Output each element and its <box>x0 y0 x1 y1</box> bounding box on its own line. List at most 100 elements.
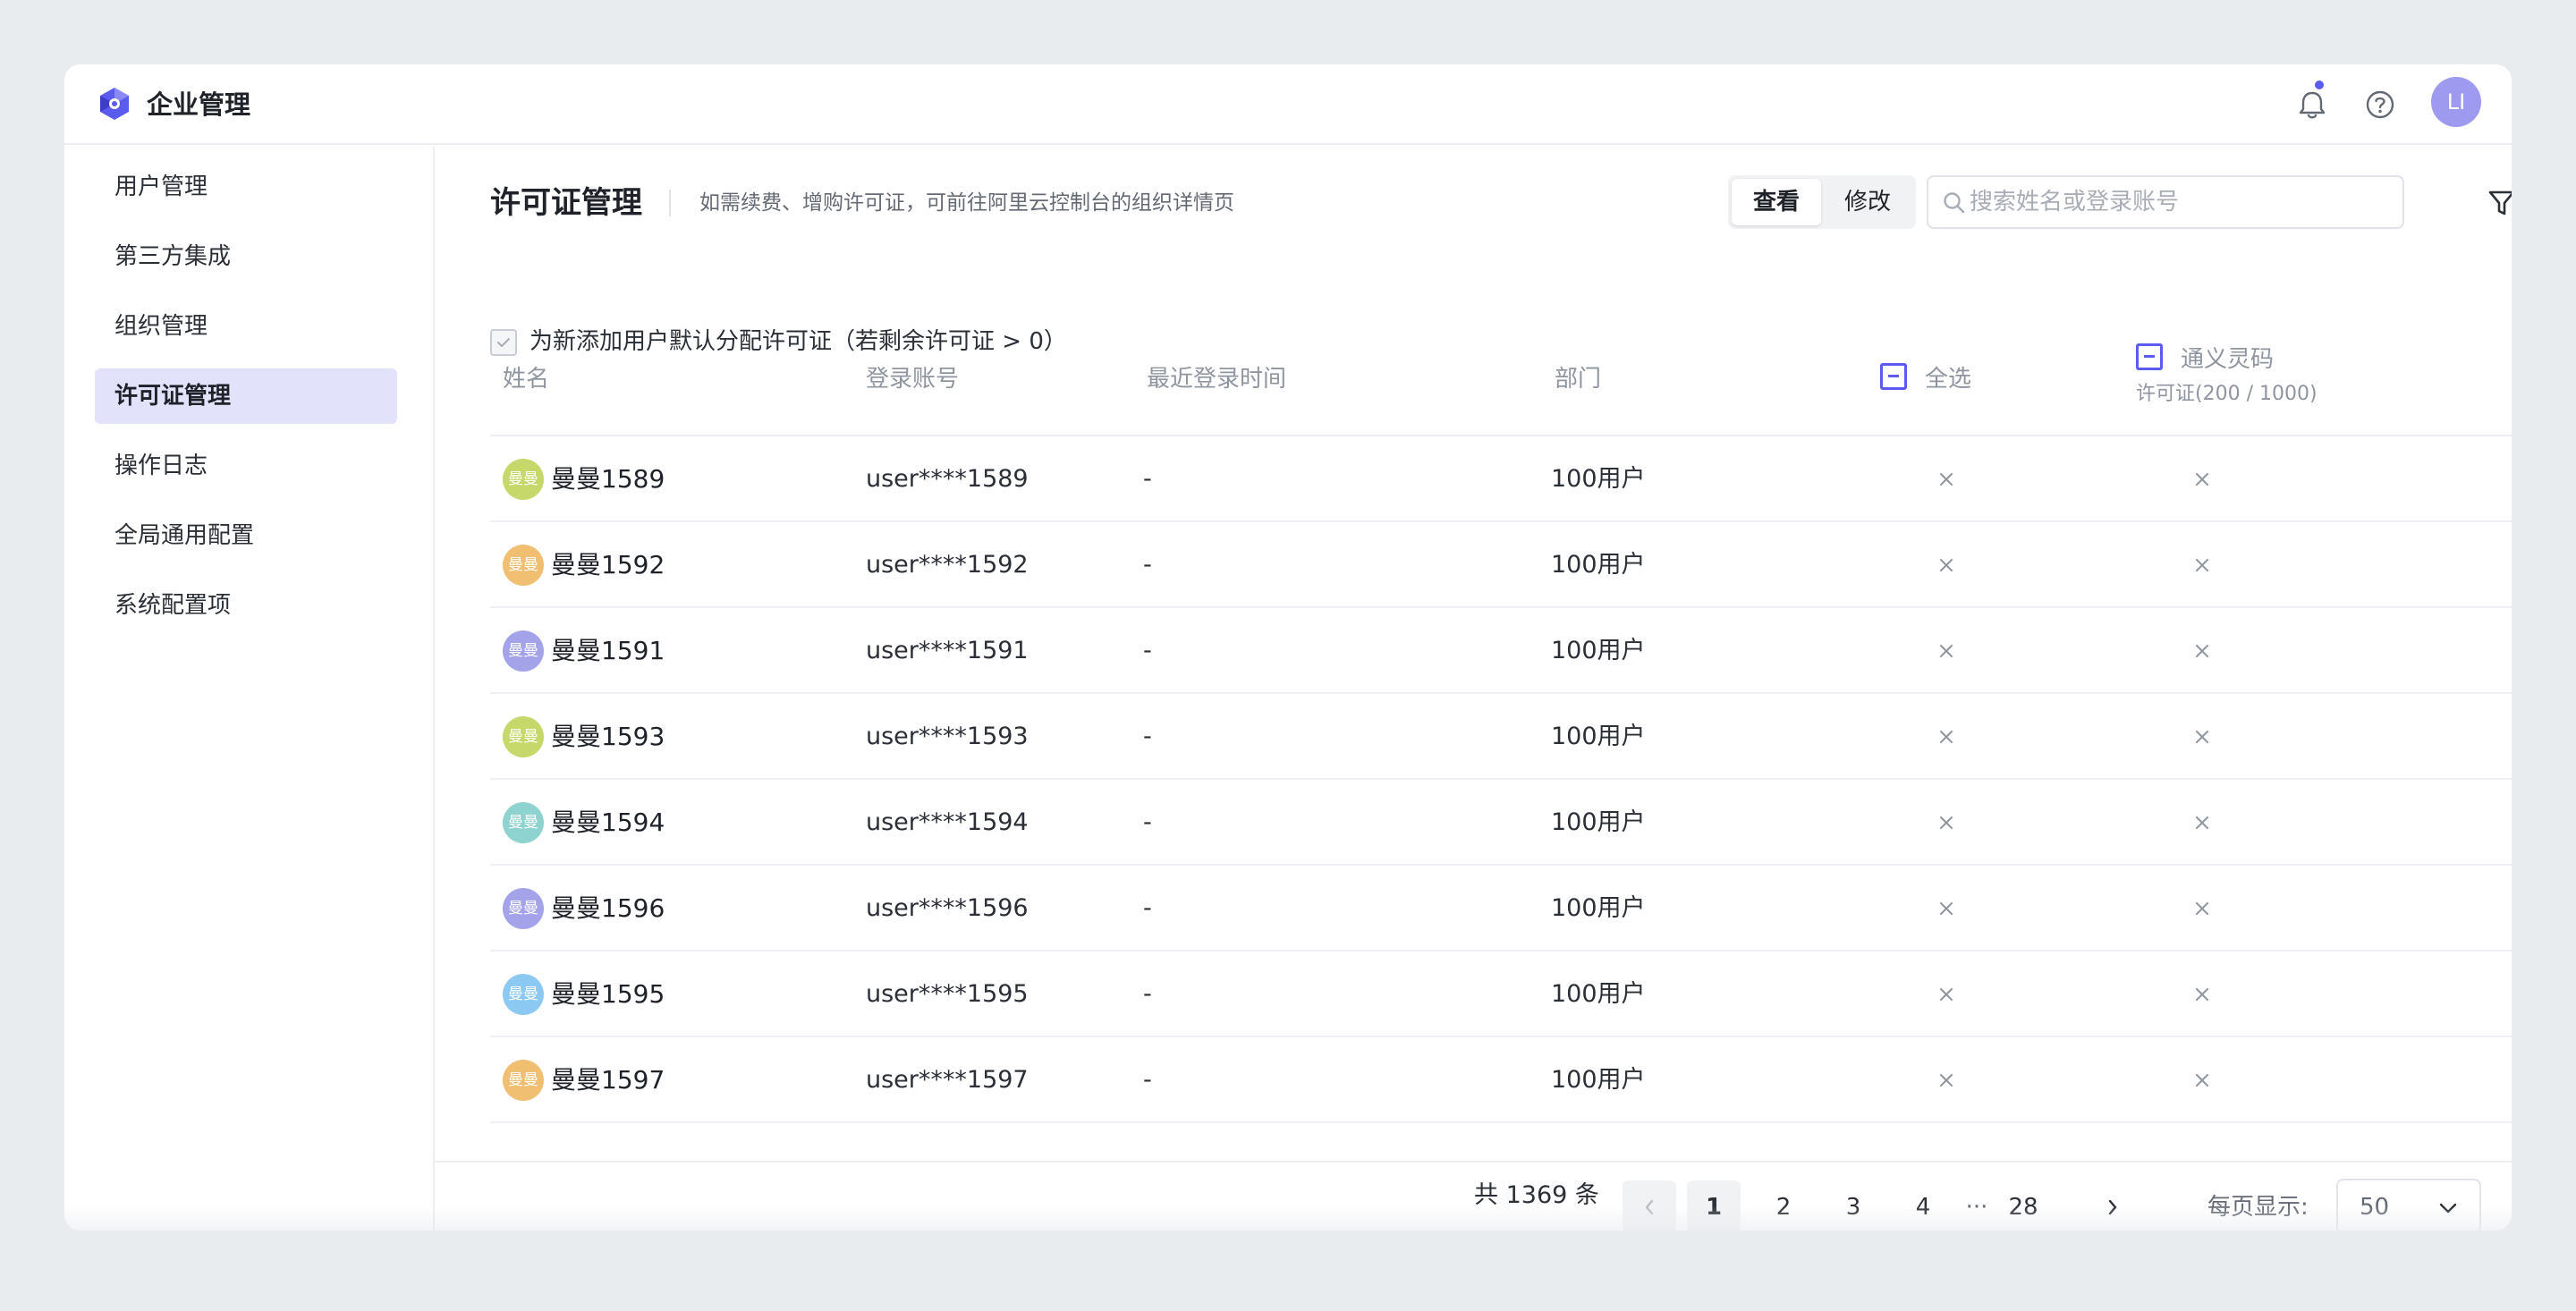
close-icon[interactable] <box>2191 726 2213 748</box>
close-icon[interactable] <box>2191 640 2213 662</box>
notification-dot <box>2313 79 2326 91</box>
filter-icon[interactable] <box>2487 188 2512 218</box>
row-last-login: - <box>1143 894 1152 922</box>
page-description: 如需续费、增购许可证，可前往阿里云控制台的组织详情页 <box>699 191 1234 215</box>
row-name: 曼曼1589 <box>551 464 665 494</box>
row-name: 曼曼1596 <box>551 893 665 923</box>
row-department: 100用户 <box>1551 723 1646 750</box>
column-header-department: 部门 <box>1555 366 1602 393</box>
row-name: 曼曼1592 <box>551 550 665 579</box>
row-account: user****1589 <box>866 465 1029 493</box>
close-icon[interactable] <box>1936 1070 1957 1091</box>
sidebar-item-system-config[interactable]: 系统配置项 <box>95 578 397 633</box>
column-header-select-all: 全选 <box>1925 366 1972 393</box>
close-icon[interactable] <box>2191 898 2213 919</box>
row-last-login: - <box>1143 808 1152 836</box>
view-edit-toggle: 查看 修改 <box>1728 175 1916 229</box>
row-avatar: 曼曼 <box>503 716 544 757</box>
table-row[interactable]: 曼曼 曼曼1593 user****1593 - 100用户 <box>490 694 2512 780</box>
close-icon[interactable] <box>2191 1070 2213 1091</box>
row-name: 曼曼1593 <box>551 722 665 751</box>
row-department: 100用户 <box>1551 551 1646 579</box>
app-window: 企业管理 LI 用户管理 第三方集成 组织管理 许可证管理 操作日志 全局通用配… <box>64 64 2512 1231</box>
search-icon <box>1944 192 1965 214</box>
sidebar-item-third-party[interactable]: 第三方集成 <box>95 229 397 284</box>
user-avatar[interactable]: LI <box>2431 77 2481 127</box>
row-account: user****1592 <box>866 551 1029 579</box>
top-bar: 企业管理 LI <box>64 64 2512 145</box>
row-account: user****1597 <box>866 1066 1029 1094</box>
row-avatar: 曼曼 <box>503 1060 544 1101</box>
row-last-login: - <box>1143 980 1152 1008</box>
title-divider <box>669 190 671 216</box>
row-account: user****1595 <box>866 980 1029 1008</box>
table-row[interactable]: 曼曼 曼曼1595 user****1595 - 100用户 <box>490 952 2512 1037</box>
sidebar-item-user-management[interactable]: 用户管理 <box>95 159 397 215</box>
row-department: 100用户 <box>1551 1066 1646 1094</box>
close-icon[interactable] <box>1936 898 1957 919</box>
table-row[interactable]: 曼曼 曼曼1591 user****1591 - 100用户 <box>490 608 2512 694</box>
select-all-checkbox[interactable] <box>1880 363 1907 390</box>
help-icon[interactable] <box>2360 84 2401 125</box>
edit-button[interactable]: 修改 <box>1823 179 1912 225</box>
table-row[interactable]: 曼曼 曼曼1596 user****1596 - 100用户 <box>490 866 2512 952</box>
row-name: 曼曼1591 <box>551 636 665 665</box>
close-icon[interactable] <box>2191 554 2213 576</box>
page-title: 许可证管理 <box>490 185 642 221</box>
close-icon[interactable] <box>1936 469 1957 490</box>
bell-icon[interactable] <box>2292 84 2333 125</box>
row-avatar: 曼曼 <box>503 630 544 672</box>
row-last-login: - <box>1143 465 1152 493</box>
row-name: 曼曼1594 <box>551 808 665 837</box>
footer-divider <box>435 1161 2512 1163</box>
row-department: 100用户 <box>1551 637 1646 664</box>
row-account: user****1596 <box>866 894 1029 922</box>
column-header-name: 姓名 <box>503 366 550 393</box>
row-last-login: - <box>1143 1066 1152 1094</box>
app-title: 企业管理 <box>147 89 251 120</box>
license-count: 许可证(200 / 1000) <box>2136 383 2318 405</box>
row-department: 100用户 <box>1551 808 1646 836</box>
row-avatar: 曼曼 <box>503 888 544 929</box>
default-assign-checkbox[interactable] <box>490 329 517 356</box>
close-icon[interactable] <box>1936 554 1957 576</box>
row-avatar: 曼曼 <box>503 545 544 586</box>
column-header-last-login: 最近登录时间 <box>1147 366 1287 393</box>
sidebar-item-operation-log[interactable]: 操作日志 <box>95 438 397 494</box>
row-department: 100用户 <box>1551 465 1646 493</box>
view-button[interactable]: 查看 <box>1732 179 1821 225</box>
product-select-checkbox[interactable] <box>2136 343 2163 370</box>
check-icon <box>497 338 510 347</box>
sidebar-item-global-config[interactable]: 全局通用配置 <box>95 508 397 563</box>
close-icon[interactable] <box>2191 812 2213 833</box>
close-icon[interactable] <box>2191 469 2213 490</box>
column-header-product: 通义灵码 <box>2181 346 2275 373</box>
search-input[interactable] <box>1970 184 2390 220</box>
row-account: user****1591 <box>866 637 1029 664</box>
column-header-account: 登录账号 <box>866 366 960 393</box>
search-box <box>1927 175 2404 229</box>
table-row[interactable]: 曼曼 曼曼1597 user****1597 - 100用户 <box>490 1037 2512 1123</box>
row-avatar: 曼曼 <box>503 459 544 500</box>
logo-icon <box>100 88 129 120</box>
row-name: 曼曼1595 <box>551 979 665 1009</box>
row-department: 100用户 <box>1551 894 1646 922</box>
close-icon[interactable] <box>1936 640 1957 662</box>
row-last-login: - <box>1143 637 1152 664</box>
row-department: 100用户 <box>1551 980 1646 1008</box>
sidebar-item-organization[interactable]: 组织管理 <box>95 299 397 354</box>
close-icon[interactable] <box>2191 984 2213 1005</box>
row-avatar: 曼曼 <box>503 802 544 843</box>
table-row[interactable]: 曼曼 曼曼1592 user****1592 - 100用户 <box>490 522 2512 608</box>
sidebar: 用户管理 第三方集成 组织管理 许可证管理 操作日志 全局通用配置 系统配置项 <box>64 147 435 1231</box>
close-icon[interactable] <box>1936 726 1957 748</box>
sidebar-item-license[interactable]: 许可证管理 <box>95 368 397 424</box>
row-account: user****1593 <box>866 723 1029 750</box>
row-avatar: 曼曼 <box>503 974 544 1015</box>
table-row[interactable]: 曼曼 曼曼1589 user****1589 - 100用户 <box>490 436 2512 522</box>
close-icon[interactable] <box>1936 812 1957 833</box>
default-assign-label: 为新添加用户默认分配许可证（若剩余许可证 > 0） <box>530 328 1067 355</box>
close-icon[interactable] <box>1936 984 1957 1005</box>
table-row[interactable]: 曼曼 曼曼1594 user****1594 - 100用户 <box>490 780 2512 866</box>
row-name: 曼曼1597 <box>551 1065 665 1095</box>
